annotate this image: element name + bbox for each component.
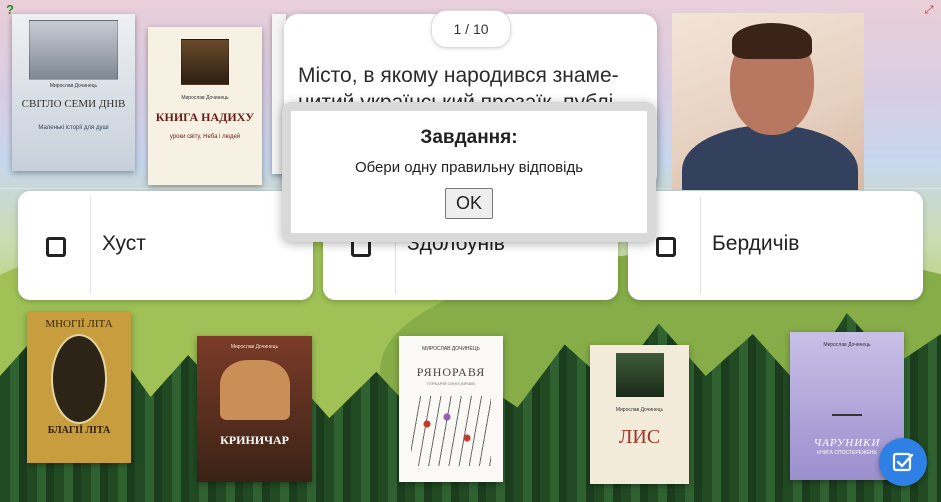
book-cover-mnohi: МНОГІЇ ЛІТА БЛАГІЇ ЛІТА	[27, 312, 131, 463]
book-title: СВІТЛО СЕМИ ДНІВ	[21, 98, 126, 110]
book-cover-krynychar: Мирослав Дочинець КРИНИЧАР	[197, 336, 312, 482]
checkbox-icon[interactable]	[46, 237, 66, 257]
book-author: Мирослав Дочинець	[823, 342, 871, 348]
book-author: Мирослав Дочинець	[230, 344, 279, 350]
book-author: Мирослав Дочинець	[615, 407, 664, 413]
dialog-text: Обери одну правильну відповідь	[354, 159, 584, 176]
book-author: Мирослав Дочинець	[49, 83, 98, 89]
book-title: БЛАГІЇ ЛІТА	[47, 425, 111, 436]
question-counter: 1 / 10	[431, 10, 511, 48]
author-portrait	[672, 13, 864, 190]
check-answer-button[interactable]	[879, 438, 927, 486]
book-cover-svitlo: Мирослав Дочинець СВІТЛО СЕМИ ДНІВ Мален…	[12, 14, 135, 171]
book-image	[51, 334, 107, 424]
task-dialog-body: Завдання: Обери одну правильну відповідь…	[291, 111, 647, 233]
book-image	[832, 414, 862, 416]
book-cover-lys: Мирослав Дочинець ЛИС	[590, 345, 689, 484]
book-title: КРИНИЧАР	[220, 433, 289, 447]
checkbox-icon[interactable]	[656, 237, 676, 257]
divider	[90, 197, 91, 294]
book-author: Мирослав Дочинець	[181, 95, 229, 101]
book-title: КНИГА НАДИХУ	[155, 110, 255, 124]
task-dialog: Завдання: Обери одну правильну відповідь…	[282, 102, 656, 242]
book-cover-nadiya: Мирослав Дочинець КНИГА НАДИХУ уроки сві…	[148, 27, 262, 185]
book-subtitle: КНИГА СПОСТЕРЕЖЕНЬ	[817, 449, 877, 456]
book-subtitle: Маленькі історії для душі	[38, 124, 109, 131]
answer-option-1[interactable]: Хуст	[18, 191, 313, 300]
book-title: ЛИС	[618, 426, 661, 448]
book-title: РЯНОРАВЯ	[416, 365, 486, 379]
divider	[700, 197, 701, 294]
book-subtitle: ГЕРБАРІЙ СИНІХ ВІРШІВ	[427, 380, 475, 386]
dialog-title: Завдання:	[420, 127, 518, 148]
portrait-hair	[732, 23, 812, 59]
book-image	[29, 20, 118, 80]
book-subtitle: уроки світу, Неба і людей	[169, 133, 241, 140]
book-image	[219, 360, 290, 420]
ok-button[interactable]: OK	[444, 188, 493, 219]
answer-option-3[interactable]: Бердичів	[628, 191, 923, 300]
book-image	[411, 395, 491, 466]
check-square-icon	[892, 452, 914, 472]
book-image	[615, 353, 664, 397]
book-image	[181, 39, 229, 85]
book-top-title: МНОГІЇ ЛІТА	[45, 318, 113, 330]
book-cover-ryanoravya: МИРОСЛАВ ДОЧИНЕЦЬ РЯНОРАВЯ ГЕРБАРІЙ СИНІ…	[399, 336, 503, 482]
book-title: ЧАРУНИКИ	[813, 437, 881, 449]
fullscreen-arrows-icon[interactable]: ⤢	[921, 2, 937, 18]
book-author: МИРОСЛАВ ДОЧИНЕЦЬ	[422, 346, 480, 352]
answer-label: Хуст	[102, 232, 146, 255]
answer-label: Бердичів	[712, 232, 800, 255]
